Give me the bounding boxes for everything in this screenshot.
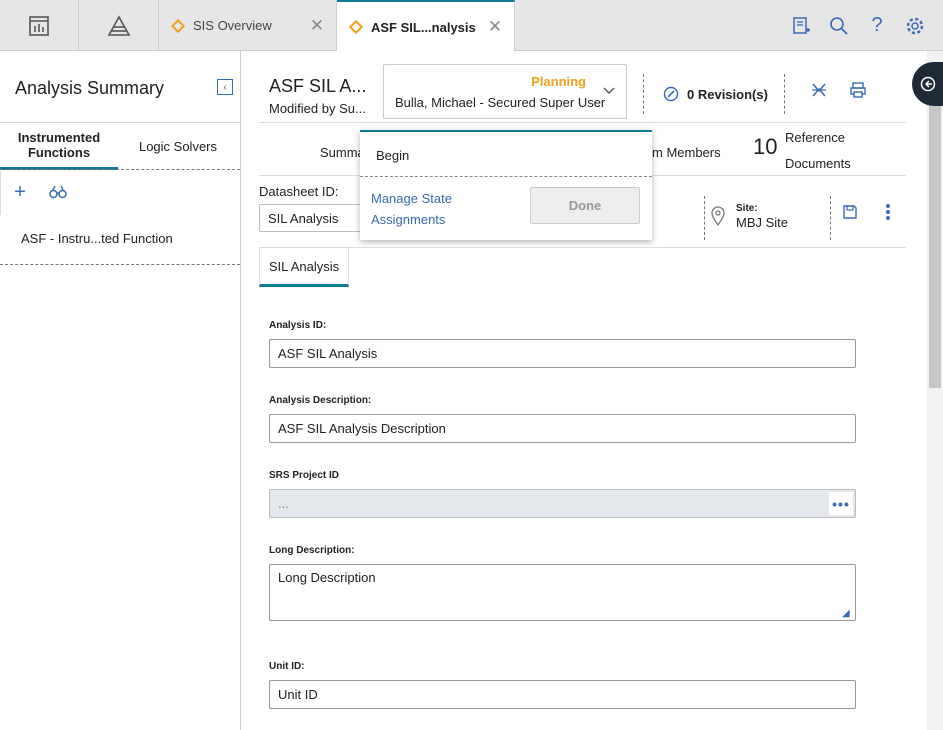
tab-logic-solvers[interactable]: Logic Solvers <box>118 123 238 170</box>
print-icon[interactable] <box>848 80 868 100</box>
begin-option[interactable]: Begin <box>376 148 409 163</box>
list-item[interactable]: ASF - Instru...ted Function <box>21 231 173 246</box>
global-toolbar: ? <box>791 0 925 51</box>
diamond-icon <box>348 19 364 35</box>
tab-summary[interactable]: Summa <box>320 145 365 160</box>
save-icon[interactable] <box>840 202 860 222</box>
more-vertical-icon[interactable] <box>878 202 898 222</box>
divider <box>259 247 906 248</box>
state-dropdown[interactable]: Planning Bulla, Michael - Secured Super … <box>383 64 627 119</box>
hierarchy-icon[interactable] <box>809 80 829 100</box>
sign-in-icon <box>920 76 936 92</box>
pyramid-button[interactable] <box>79 0 159 51</box>
tab-instrumented-functions[interactable]: Instrumented Functions <box>0 123 118 170</box>
divider <box>360 176 652 177</box>
site-value: MBJ Site <box>736 215 789 230</box>
state-user: Bulla, Michael - Secured Super User <box>395 95 606 110</box>
top-tab-bar: SIS Overview ✕ ASF SIL...nalysis ✕ ? <box>0 0 943 52</box>
state-label: Planning <box>531 74 586 89</box>
long-description-label: Long Description: <box>269 545 355 556</box>
datasheet-select[interactable]: SIL Analysis <box>259 204 369 232</box>
unit-id-label: Unit ID: <box>269 661 305 672</box>
divider <box>643 74 644 114</box>
divider <box>0 169 240 170</box>
analysis-description-label: Analysis Description: <box>269 395 372 406</box>
close-icon[interactable]: ✕ <box>306 16 328 36</box>
diamond-icon <box>170 18 186 33</box>
side-panel-handle[interactable] <box>912 62 943 106</box>
pencil-circle-icon <box>663 86 679 102</box>
state-transition-popup: Begin Manage State Assignments Done <box>360 130 652 240</box>
chevron-left-icon: ‹ <box>223 81 227 93</box>
ellipsis-button[interactable]: ••• <box>829 492 853 515</box>
site-label: Site: <box>736 203 758 214</box>
analysis-id-input[interactable]: ASF SIL Analysis <box>269 339 856 368</box>
dashboard-button[interactable] <box>0 0 79 51</box>
help-icon[interactable]: ? <box>867 14 887 36</box>
tab-label: ASF SIL...nalysis <box>371 19 476 35</box>
chevron-down-icon <box>603 87 615 94</box>
notes-icon[interactable] <box>791 16 811 36</box>
page-title: ASF SIL A... <box>269 76 367 96</box>
done-button[interactable]: Done <box>530 187 640 224</box>
tab-sil-analysis[interactable]: SIL Analysis <box>259 247 349 287</box>
divider <box>784 74 785 114</box>
srs-project-id-input: ... ••• <box>269 489 856 518</box>
srs-project-id-label: SRS Project ID <box>269 470 340 481</box>
left-tabs: Instrumented Functions Logic Solvers <box>0 122 240 170</box>
analysis-id-label: Analysis ID: <box>269 320 327 331</box>
collapse-panel-button[interactable]: ‹ <box>217 79 233 95</box>
revisions-button[interactable]: 0 Revision(s) <box>663 86 768 102</box>
documents-label[interactable]: Documents <box>785 156 851 171</box>
unit-id-input[interactable]: Unit ID <box>269 680 856 709</box>
tab-sis-overview[interactable]: SIS Overview ✕ <box>159 0 337 51</box>
srs-project-id-value: ... <box>278 496 289 511</box>
analysis-description-input[interactable]: ASF SIL Analysis Description <box>269 414 856 443</box>
binoculars-icon[interactable] <box>47 181 69 203</box>
search-icon[interactable] <box>829 16 849 36</box>
gear-icon[interactable] <box>905 16 925 36</box>
resize-handle-icon[interactable]: ◢ <box>842 608 852 619</box>
modified-by: Modified by Su... <box>269 101 366 116</box>
left-toolbar: + <box>0 171 240 215</box>
location-pin-icon <box>708 206 728 226</box>
datasheet-label: Datasheet ID: <box>259 184 339 199</box>
tab-asf-sil-analysis[interactable]: ASF SIL...nalysis ✕ <box>337 0 515 52</box>
reference-label[interactable]: Reference <box>785 130 845 145</box>
divider <box>259 122 906 123</box>
tab-label: SIS Overview <box>193 18 272 33</box>
divider <box>830 196 831 240</box>
add-icon[interactable]: + <box>9 181 31 203</box>
long-description-value: Long Description <box>278 570 376 585</box>
divider <box>0 264 240 265</box>
long-description-textarea[interactable]: Long Description ◢ <box>269 564 856 621</box>
close-icon[interactable]: ✕ <box>484 17 506 37</box>
panel-title: Analysis Summary <box>15 78 165 98</box>
manage-state-assignments-link[interactable]: Manage State Assignments <box>371 188 481 230</box>
reference-count[interactable]: 10 <box>753 134 777 160</box>
revisions-label: 0 Revision(s) <box>687 86 768 102</box>
divider <box>704 196 705 240</box>
pyramid-icon <box>107 14 130 36</box>
left-panel: Analysis Summary ‹ Instrumented Function… <box>0 51 241 730</box>
tab-team-members[interactable]: m Members <box>652 145 721 160</box>
scrollbar-thumb[interactable] <box>929 95 941 388</box>
dashboard-icon <box>29 15 49 36</box>
